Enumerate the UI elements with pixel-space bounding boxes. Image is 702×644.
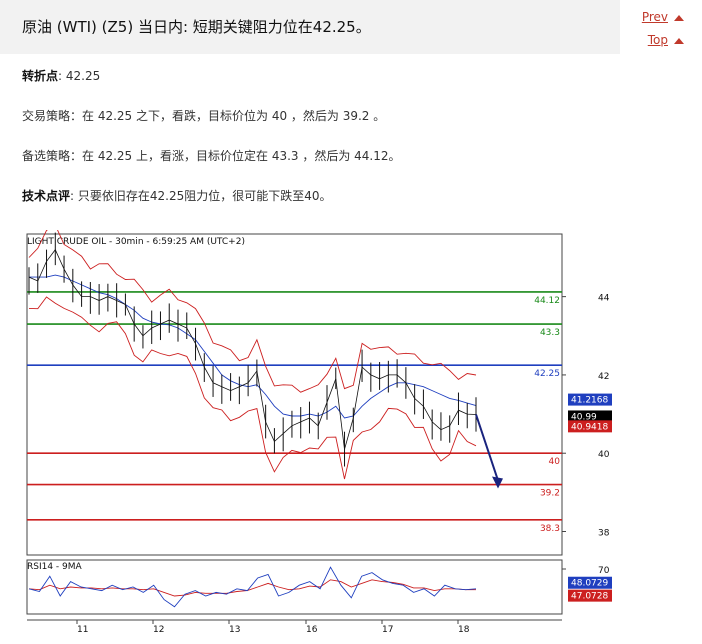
alt-strategy-line: 备选策略：在 42.25 上，看涨，目标价位定在 43.3 ，然后为 44.12… (22, 147, 401, 164)
level-label: 40 (549, 457, 561, 467)
top-label[interactable]: Top (648, 33, 668, 47)
rsi-label: RSI14 - 9MA (27, 562, 83, 572)
pivot-label: 转折点 (22, 69, 59, 83)
y-tick-label: 42 (598, 372, 609, 382)
x-tick-label: 13 (229, 625, 240, 635)
prev-label[interactable]: Prev (642, 10, 668, 24)
rsi-badge-label: 48.0729 (571, 579, 608, 589)
x-tick-label: 11 (77, 625, 88, 635)
level-label: 38.3 (540, 524, 560, 534)
rsi-panel (26, 559, 563, 615)
top-link[interactable]: Top (648, 33, 684, 47)
comment-label: 技术点评 (22, 189, 71, 203)
x-tick-label: 17 (382, 625, 393, 635)
plot-area (26, 233, 563, 556)
page-title: 原油 (WTI) (Z5) 当日内: 短期关键阻力位在42.25。 (22, 18, 371, 36)
chart-title: LIGHT CRUDE OIL - 30min - 6:59:25 AM (UT… (27, 237, 245, 247)
up-arrow-icon (674, 14, 684, 21)
price-chart: LIGHT CRUDE OIL - 30min - 6:59:25 AM (UT… (26, 230, 612, 635)
price-badge-label: 41.2168 (571, 396, 608, 406)
y-tick-label: 38 (598, 529, 610, 539)
rsi-badge-label: 47.0728 (571, 592, 608, 602)
level-label: 43.3 (540, 328, 560, 338)
level-label: 39.2 (540, 489, 560, 499)
comment-text: : 只要依旧存在42.25阻力位，很可能下跌至40。 (70, 189, 332, 203)
pivot-value: : 42.25 (58, 69, 101, 83)
x-tick-label: 18 (458, 625, 470, 635)
x-tick-label: 16 (306, 625, 318, 635)
prev-link[interactable]: Prev (642, 10, 684, 24)
strategy-label: 交易策略 (22, 109, 71, 123)
strategy-text: ：在 42.25 之下，看跌，目标价位为 40 ，然后为 39.2 。 (70, 109, 386, 123)
alt-strategy-text: ：在 42.25 上，看涨，目标价位定在 43.3 ，然后为 44.12。 (70, 149, 401, 163)
y-tick-label: 40 (598, 450, 610, 460)
rsi-tick-label: 70 (598, 566, 610, 576)
level-label: 42.25 (534, 369, 560, 379)
alt-strategy-label: 备选策略 (22, 149, 71, 163)
up-arrow-icon (674, 37, 684, 44)
header-bar: 原油 (WTI) (Z5) 当日内: 短期关键阻力位在42.25。 (0, 0, 620, 54)
price-badge-label: 40.9418 (571, 422, 608, 432)
strategy-line: 交易策略：在 42.25 之下，看跌，目标价位为 40 ，然后为 39.2 。 (22, 107, 385, 124)
comment-line: 技术点评: 只要依旧存在42.25阻力位，很可能下跌至40。 (22, 187, 332, 204)
x-tick-label: 12 (153, 625, 164, 635)
y-tick-label: 44 (598, 294, 610, 304)
level-label: 44.12 (534, 296, 560, 306)
pivot-line: 转折点: 42.25 (22, 67, 100, 84)
